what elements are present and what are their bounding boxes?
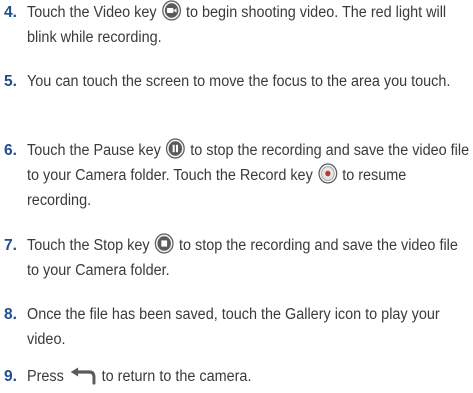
step-text: You can touch the screen to move the foc… [27,73,451,90]
stop-icon [154,233,175,254]
step-text: Press to return to the camera. [27,367,252,385]
step-number: 5. [4,73,17,90]
step-text: Touch the Stop key to stop the recording… [27,233,472,283]
video-camera-icon [161,0,182,21]
step-text: Touch the Video key to begin shooting vi… [27,0,472,50]
step-number: 9. [4,368,17,385]
step-number: 8. [4,306,17,323]
step-number: 6. [4,142,17,159]
step-text: Once the file has been saved, touch the … [27,306,440,348]
step-number: 7. [4,237,17,254]
step-number: 4. [4,4,17,21]
pause-icon [166,138,186,159]
step-text: Touch the Pause key to stop the recordin… [27,138,472,213]
back-arrow-icon [69,367,97,385]
instruction-page: 4. Touch the Video key to begin shooting… [0,0,473,393]
record-icon [318,163,338,184]
